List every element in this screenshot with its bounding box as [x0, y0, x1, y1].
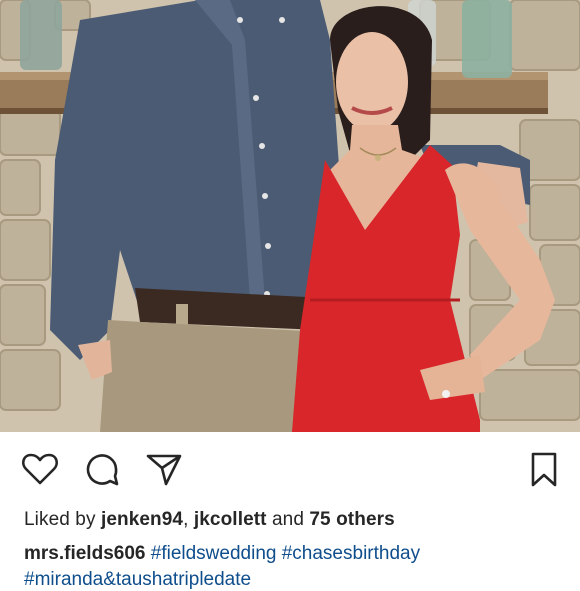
liker-jenken94[interactable]: jenken94 — [101, 509, 183, 530]
post-caption: mrs.fields606 #fieldswedding #chasesbirt… — [24, 543, 420, 565]
likes-summary: Liked by jenken94, jkcollett and 75 othe… — [24, 509, 395, 531]
photo-scene — [0, 0, 580, 432]
bookmark-icon[interactable] — [524, 449, 564, 489]
comment-icon[interactable] — [82, 449, 122, 489]
hashtag-fieldswedding[interactable]: #fieldswedding — [151, 543, 277, 564]
send-icon[interactable] — [144, 449, 184, 489]
likes-separator: , — [183, 509, 189, 530]
likes-others-link[interactable]: 75 others — [309, 509, 394, 530]
likes-and: and — [271, 509, 304, 530]
likes-prefix: Liked by — [24, 509, 96, 530]
liker-jkcollett[interactable]: jkcollett — [194, 509, 267, 530]
hashtag-miranda-tausha-tripledate[interactable]: #miranda&taushatripledate — [24, 569, 251, 591]
post-photo[interactable] — [0, 0, 580, 432]
caption-username[interactable]: mrs.fields606 — [24, 543, 145, 564]
heart-icon[interactable] — [20, 449, 60, 489]
hashtag-chasesbirthday[interactable]: #chasesbirthday — [282, 543, 420, 564]
